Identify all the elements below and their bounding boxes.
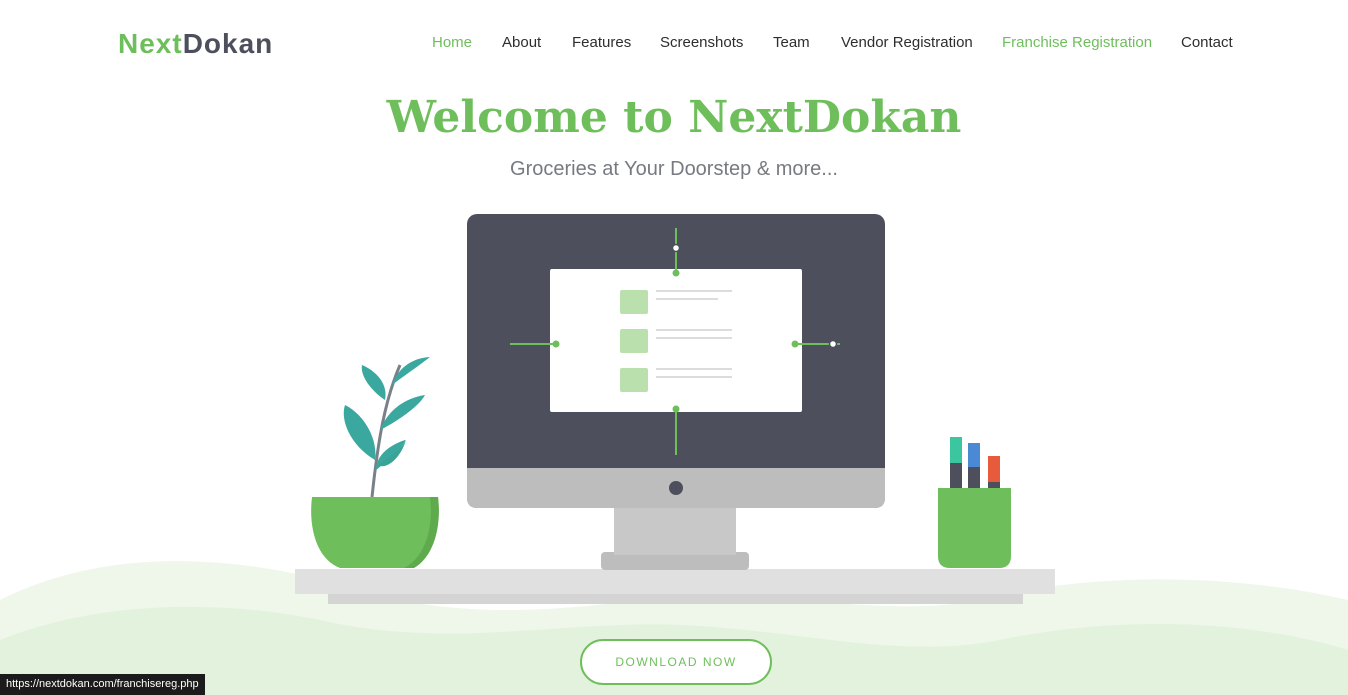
nav-screenshots[interactable]: Screenshots <box>660 34 743 51</box>
nav-vendor-registration[interactable]: Vendor Registration <box>841 34 973 51</box>
pen-cup <box>938 437 1011 568</box>
nav-franchise-registration[interactable]: Franchise Registration <box>1002 34 1152 51</box>
download-now-button[interactable]: DOWNLOAD NOW <box>580 639 772 685</box>
status-bar-url: https://nextdokan.com/franchisereg.php <box>0 674 205 695</box>
nav-about[interactable]: About <box>502 34 541 51</box>
nav-features[interactable]: Features <box>572 34 631 51</box>
potted-plant <box>311 357 439 568</box>
nav-contact[interactable]: Contact <box>1181 34 1233 51</box>
hero-subtitle: Groceries at Your Doorstep & more... <box>510 158 838 180</box>
monitor <box>467 214 885 570</box>
hero-title: Welcome to NextDokan <box>386 92 962 143</box>
main-nav: Home About Features Screenshots Team Ven… <box>0 34 1348 54</box>
nav-home[interactable]: Home <box>432 34 472 51</box>
nav-team[interactable]: Team <box>773 34 810 51</box>
desk <box>295 569 1055 604</box>
